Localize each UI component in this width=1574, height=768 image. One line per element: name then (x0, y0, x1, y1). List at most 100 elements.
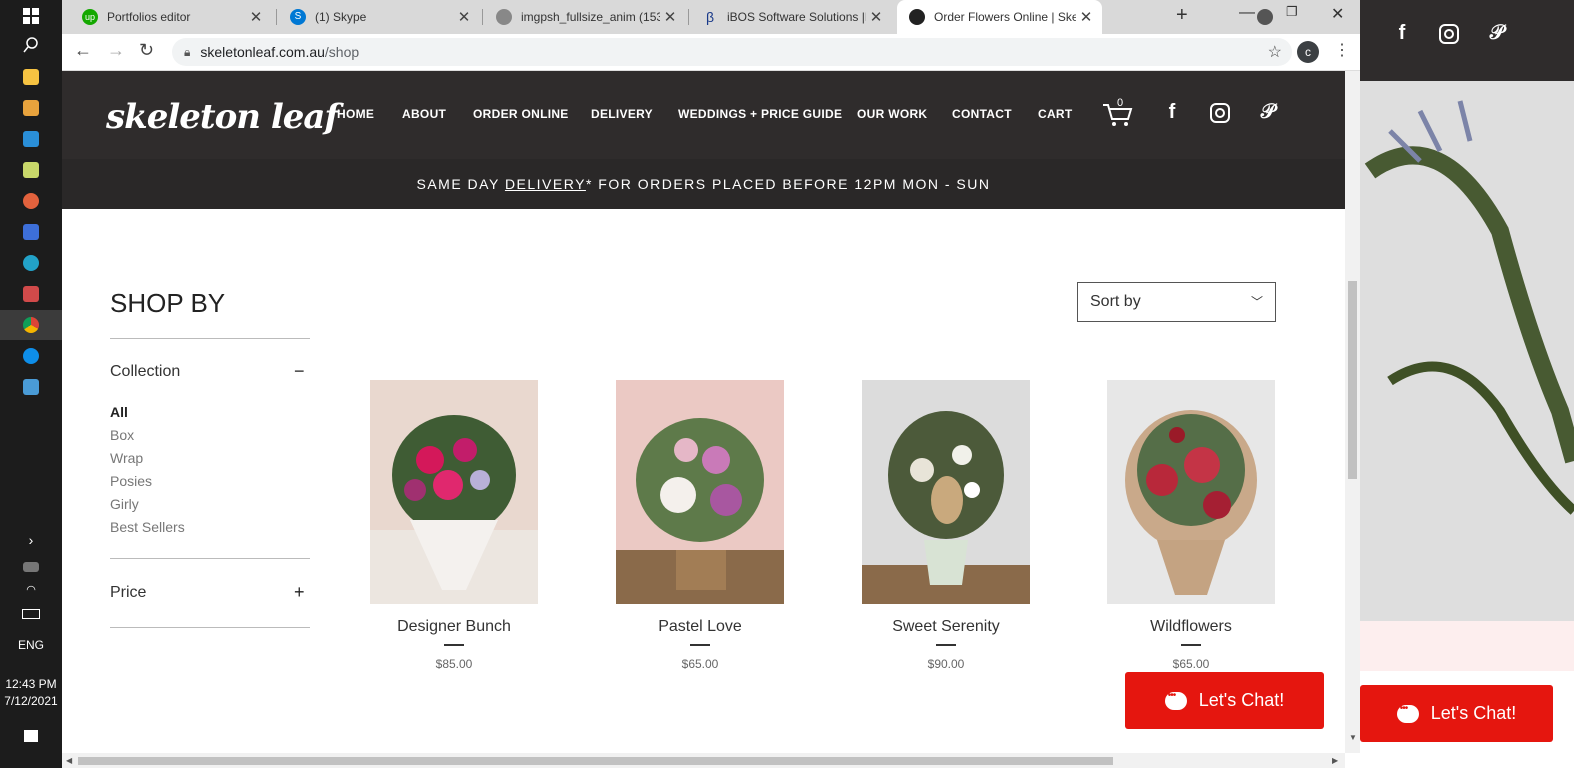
product-card[interactable]: Wildflowers $65.00 (1107, 380, 1275, 671)
nav-our-work[interactable]: OUR WORK (857, 107, 927, 121)
sort-dropdown[interactable]: Sort by ﹀ (1077, 282, 1276, 322)
notepad-icon[interactable] (20, 159, 42, 181)
search-icon[interactable] (20, 34, 42, 56)
clock[interactable]: 12:43 PM 7/12/2021 (0, 676, 62, 710)
horizontal-scrollbar[interactable]: ◀ ▶ (62, 753, 1345, 768)
nav-contact[interactable]: CONTACT (952, 107, 1012, 121)
collection-box[interactable]: Box (110, 427, 134, 443)
nav-delivery[interactable]: DELIVERY (591, 107, 653, 121)
nav-weddings[interactable]: WEDDINGS + PRICE GUIDE (678, 107, 842, 121)
collection-filter-header[interactable]: Collection (110, 363, 180, 381)
forward-icon[interactable]: → (107, 40, 125, 61)
restore-icon[interactable]: ❐ (1286, 4, 1298, 20)
product-image[interactable] (370, 380, 538, 604)
product-image[interactable] (1107, 380, 1275, 604)
scroll-down-icon[interactable]: ▼ (1349, 733, 1357, 742)
close-icon[interactable]: ✕ (454, 8, 474, 26)
scroll-left-icon[interactable]: ◀ (66, 756, 72, 765)
product-name[interactable]: Designer Bunch (370, 618, 538, 636)
divider (110, 558, 310, 559)
tab-search-icon[interactable] (1257, 9, 1273, 25)
bookmark-star-icon[interactable]: ☆ (1268, 42, 1282, 62)
product-price: $65.00 (681, 657, 719, 671)
wps-icon[interactable] (20, 221, 42, 243)
nav-home[interactable]: HOME (337, 107, 374, 121)
close-icon[interactable]: ✕ (246, 8, 266, 26)
product-image[interactable] (616, 380, 784, 604)
collection-girly[interactable]: Girly (110, 496, 139, 512)
product-card[interactable]: Pastel Love $65.00 (616, 380, 784, 671)
lets-chat-button[interactable]: Let's Chat! (1360, 685, 1553, 742)
banner-text-pre: SAME DAY (416, 176, 505, 192)
collection-posies[interactable]: Posies (110, 473, 152, 489)
profile-avatar[interactable]: c (1297, 41, 1319, 63)
product-name[interactable]: Pastel Love (616, 618, 784, 636)
collapse-icon[interactable]: − (294, 361, 305, 382)
tab[interactable]: β iBOS Software Solutions |E ✕ (682, 0, 892, 34)
app-icon-2[interactable] (20, 376, 42, 398)
delivery-link[interactable]: DELIVERY (505, 176, 586, 192)
edge-icon[interactable] (20, 252, 42, 274)
vscode-icon[interactable] (20, 128, 42, 150)
language-indicator[interactable]: ENG (0, 638, 62, 652)
store-icon[interactable] (20, 97, 42, 119)
window-close-icon[interactable]: ✕ (1331, 4, 1344, 24)
reload-icon[interactable]: ↻ (139, 40, 154, 61)
nav-about[interactable]: ABOUT (402, 107, 446, 121)
close-icon[interactable]: ✕ (1076, 8, 1096, 26)
lock-icon[interactable]: 🔒︎ (184, 45, 190, 60)
site-logo[interactable]: skeleton leaf (106, 97, 339, 137)
instagram-icon[interactable] (1208, 101, 1232, 125)
divider (444, 644, 464, 646)
product-name[interactable]: Wildflowers (1107, 618, 1275, 636)
collection-best-sellers[interactable]: Best Sellers (110, 519, 185, 535)
cart-count: 0 (1117, 97, 1124, 109)
back-icon[interactable]: ← (74, 40, 92, 61)
new-tab-icon[interactable]: + (1176, 4, 1188, 27)
paint-icon[interactable] (20, 283, 42, 305)
facebook-icon[interactable]: f (1160, 101, 1184, 125)
chevron-right-icon[interactable]: › (20, 529, 42, 551)
address-bar[interactable]: 🔒︎ skeletonleaf.com.au/shop ☆ (172, 38, 1292, 66)
nav-cart[interactable]: CART (1038, 107, 1073, 121)
teamviewer-icon[interactable] (20, 345, 42, 367)
close-icon[interactable]: ✕ (660, 8, 680, 26)
globe-icon (496, 9, 512, 25)
app-icon[interactable] (20, 190, 42, 212)
product-card[interactable]: Sweet Serenity $90.00 (862, 380, 1030, 671)
notification-icon[interactable] (20, 725, 42, 747)
cart-icon[interactable]: 0 (1102, 97, 1134, 127)
scroll-right-icon[interactable]: ▶ (1332, 756, 1338, 765)
price-filter-header[interactable]: Price (110, 584, 146, 602)
pinterest-icon[interactable]: 𝒫 (1256, 101, 1280, 125)
nav-order-online[interactable]: ORDER ONLINE (473, 107, 569, 121)
clock-time: 12:43 PM (5, 677, 57, 691)
scrollbar-thumb[interactable] (1348, 281, 1357, 479)
wifi-icon[interactable]: ◠ (20, 578, 42, 600)
menu-kebab-icon[interactable]: ⋮ (1334, 40, 1350, 60)
tab-active[interactable]: Order Flowers Online | Skel ✕ (897, 0, 1102, 34)
background-window: f 𝒫 Let's Chat! (1360, 0, 1574, 768)
chrome-icon[interactable] (20, 314, 42, 336)
collection-wrap[interactable]: Wrap (110, 450, 143, 466)
lets-chat-button[interactable]: Let's Chat! (1125, 672, 1324, 729)
minimize-icon[interactable]: — (1239, 4, 1255, 22)
collection-all[interactable]: All (110, 404, 128, 420)
product-card[interactable]: Designer Bunch $85.00 (370, 380, 538, 671)
file-explorer-icon[interactable] (20, 66, 42, 88)
tab[interactable]: up Portfolios editor ✕ (62, 0, 272, 34)
facebook-icon[interactable]: f (1390, 22, 1414, 45)
tray-icons[interactable] (20, 556, 42, 578)
instagram-icon[interactable] (1437, 22, 1461, 46)
tab[interactable]: S (1) Skype ✕ (270, 0, 480, 34)
windows-start-icon[interactable] (20, 5, 42, 27)
keyboard-icon[interactable] (20, 603, 42, 625)
vertical-scrollbar[interactable]: ▼ (1345, 71, 1360, 753)
product-name[interactable]: Sweet Serenity (862, 618, 1030, 636)
close-icon[interactable]: ✕ (866, 8, 886, 26)
tab[interactable]: imgpsh_fullsize_anim (1530 ✕ (476, 0, 686, 34)
product-image[interactable] (862, 380, 1030, 604)
scrollbar-thumb[interactable] (78, 757, 1113, 765)
pinterest-icon[interactable]: 𝒫 (1485, 22, 1509, 45)
expand-icon[interactable]: + (294, 582, 305, 603)
